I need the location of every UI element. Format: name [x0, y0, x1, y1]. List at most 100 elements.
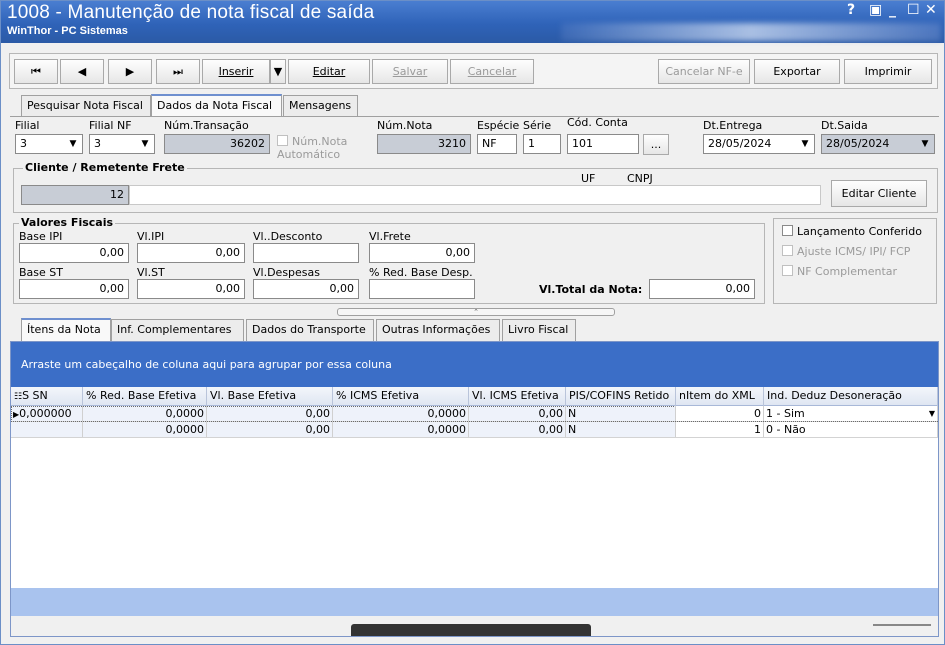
vl-desconto-label: Vl..Desconto [253, 230, 323, 243]
salvar-button[interactable]: Salvar [372, 59, 448, 84]
column-header-label: S SN [22, 389, 48, 402]
help-icon[interactable]: ? [847, 2, 855, 18]
dt-entrega-field[interactable]: 28/05/2024 ▼ [703, 134, 815, 154]
blurred-area [561, 23, 941, 41]
lancamento-conferido-label: Lançamento Conferido [797, 225, 922, 238]
cod-conta-field[interactable]: 101 [567, 134, 639, 154]
filial-label: Filial [15, 119, 40, 132]
dt-entrega-label: Dt.Entrega [703, 119, 763, 132]
column-chooser-icon: ☷ [14, 392, 23, 402]
cell-value: 0,000000 [19, 407, 72, 420]
tab-itens-nota[interactable]: Ítens da Nota [21, 318, 111, 341]
vl-frete-field[interactable]: 0,00 [369, 243, 475, 263]
column-header[interactable]: Vl. Base Efetiva [207, 387, 333, 406]
table-cell: 0,0000 [333, 422, 469, 437]
table-cell: 1 [676, 422, 764, 437]
vl-total-label: Vl.Total da Nota: [539, 283, 643, 296]
cliente-code-field[interactable]: 12 [21, 185, 129, 205]
column-header[interactable]: % ICMS Efetiva [333, 387, 469, 406]
close-icon[interactable]: ✕ [925, 2, 937, 18]
tab-pesquisar[interactable]: Pesquisar Nota Fiscal [21, 95, 151, 117]
dt-saida-label: Dt.Saida [821, 119, 868, 132]
vl-desconto-field[interactable] [253, 243, 359, 263]
num-transacao-field[interactable]: 36202 [164, 134, 270, 154]
tab-dados-nota[interactable]: Dados da Nota Fiscal [151, 94, 282, 117]
column-header[interactable]: ☷S SN [11, 387, 83, 406]
base-ipi-label: Base IPI [19, 230, 63, 243]
imprimir-button[interactable]: Imprimir [844, 59, 932, 84]
checkbox-box [782, 225, 793, 236]
column-header[interactable]: Vl. ICMS Efetiva [469, 387, 566, 406]
itens-grid: Arrastе um cabeçalho de coluna aqui para… [10, 341, 939, 637]
table-cell: 0 - Não [764, 422, 938, 437]
inserir-label: Inserir [218, 65, 254, 78]
column-header[interactable]: nItem do XML [676, 387, 764, 406]
inserir-button[interactable]: Inserir [202, 59, 270, 84]
ind-deduz-select[interactable]: 1 - Sim ▼ [764, 406, 938, 421]
lancamento-conferido-checkbox[interactable]: Lançamento Conferido [782, 225, 922, 238]
tab-mensagens[interactable]: Mensagens [283, 95, 358, 117]
resize-grip[interactable] [873, 624, 931, 626]
editar-button[interactable]: Editar [288, 59, 370, 84]
table-cell: 0 [676, 406, 764, 421]
especie-field[interactable]: NF [477, 134, 517, 154]
tab-dados-transporte[interactable]: Dados do Transporte [246, 319, 374, 341]
chevron-down-icon: ▼ [921, 139, 929, 149]
vl-despesas-field[interactable]: 0,00 [253, 279, 359, 299]
filial-value: 3 [20, 137, 27, 150]
base-st-field[interactable]: 0,00 [19, 279, 129, 299]
chevron-down-icon: ▼ [801, 139, 809, 149]
vl-st-label: Vl.ST [137, 266, 165, 279]
nf-complementar-label: NF Complementar [797, 265, 898, 278]
nf-complementar-checkbox[interactable]: NF Complementar [782, 265, 897, 278]
vl-total-field[interactable]: 0,00 [649, 279, 755, 299]
ajuste-icms-checkbox[interactable]: Ajuste ICMS/ IPI/ FCP [782, 245, 910, 258]
checkbox-box [782, 265, 793, 276]
editar-label: Editar [312, 65, 346, 78]
tab-inf-complementares[interactable]: Inf. Complementares [111, 319, 244, 341]
tab-livro-fiscal[interactable]: Livro Fiscal [502, 319, 576, 341]
splitter-handle[interactable]: ⌃ [337, 308, 615, 316]
tab-outras-informacoes[interactable]: Outras Informações [376, 319, 500, 341]
table-row[interactable]: ▶0,000000 0,0000 0,00 0,0000 0,00 N 0 1 … [11, 406, 938, 422]
red-base-desp-field[interactable] [369, 279, 475, 299]
serie-field[interactable]: 1 [523, 134, 561, 154]
column-header[interactable]: % Red. Base Efetiva [83, 387, 207, 406]
prev-record-button[interactable]: ◀ [60, 59, 104, 84]
last-record-button[interactable]: ⏭ [156, 59, 200, 84]
inserir-dropdown-icon[interactable]: ▼ [270, 59, 286, 84]
num-nota-auto-checkbox[interactable]: Núm.Nota Automático [277, 135, 363, 161]
especie-label: Espécie [477, 119, 520, 132]
vl-st-field[interactable]: 0,00 [137, 279, 245, 299]
next-record-button[interactable]: ▶ [108, 59, 152, 84]
group-by-panel[interactable]: Arrastе um cabeçalho de coluna aqui para… [11, 342, 938, 387]
column-header[interactable]: Ind. Deduz Desoneração [764, 387, 938, 406]
column-header[interactable]: PIS/COFINS Retido [566, 387, 676, 406]
restore-icon[interactable]: ▣ [869, 2, 882, 18]
base-ipi-field[interactable]: 0,00 [19, 243, 129, 263]
red-base-desp-label: % Red. Base Desp. [369, 266, 473, 279]
main-window: 1008 - Manutenção de nota fiscal de saíd… [0, 0, 945, 645]
filial-nf-value: 3 [94, 137, 101, 150]
filial-nf-select[interactable]: 3 ▼ [89, 134, 155, 154]
first-record-button[interactable]: ⏮ [14, 59, 58, 84]
taskbar-overlay [351, 624, 591, 636]
cancelar-nfe-button[interactable]: Cancelar NF-e [658, 59, 750, 84]
cliente-name-field[interactable] [129, 185, 821, 205]
table-row[interactable]: 0,0000 0,00 0,0000 0,00 N 1 0 - Não [11, 422, 938, 438]
editar-cliente-button[interactable]: Editar Cliente [831, 180, 927, 207]
vl-ipi-field[interactable]: 0,00 [137, 243, 245, 263]
cod-conta-lookup-button[interactable]: ... [643, 134, 669, 155]
checkbox-box [277, 135, 288, 146]
table-cell: 0,0000 [83, 406, 207, 421]
filial-select[interactable]: 3 ▼ [15, 134, 83, 154]
grid-footer [11, 588, 938, 616]
num-nota-field[interactable]: 3210 [377, 134, 471, 154]
grid-status-bar [11, 616, 938, 636]
cell-value: 1 - Sim [766, 407, 805, 420]
minimize-icon[interactable]: _ [889, 2, 896, 18]
maximize-icon[interactable]: ☐ [907, 2, 920, 18]
dt-saida-field[interactable]: 28/05/2024 ▼ [821, 134, 935, 154]
cancelar-button[interactable]: Cancelar [450, 59, 534, 84]
exportar-button[interactable]: Exportar [754, 59, 840, 84]
